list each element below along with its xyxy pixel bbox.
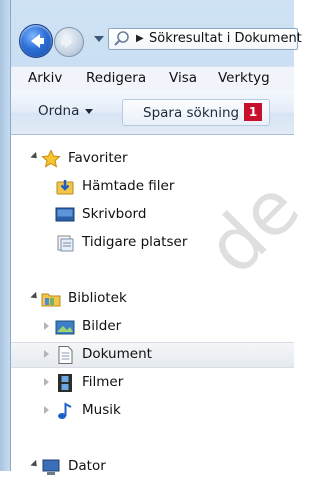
libraries-folder-icon <box>41 293 61 307</box>
expand-arrow-icon[interactable] <box>44 378 49 386</box>
tree-item-videos[interactable]: Filmer <box>11 371 294 395</box>
breadcrumb-separator-icon: ▶ <box>136 33 144 44</box>
tree-label: Hämtade filer <box>82 178 175 194</box>
window-left-edge <box>0 0 11 471</box>
tree-item-music[interactable]: Musik <box>11 399 294 423</box>
forward-arrow-icon <box>61 36 73 48</box>
expand-arrow-icon[interactable] <box>30 459 40 470</box>
tree-label: Filmer <box>82 374 124 390</box>
menu-tools[interactable]: Verktyg <box>218 70 270 86</box>
tree-label: Tidigare platser <box>82 234 188 250</box>
star-icon <box>41 149 61 168</box>
tree-item-desktop[interactable]: Skrivbord <box>11 203 294 227</box>
tree-label: Bilder <box>82 318 122 334</box>
tree-item-recent-places[interactable]: Tidigare platser <box>11 231 294 255</box>
tree-label: Favoriter <box>68 150 128 166</box>
pictures-icon <box>55 320 75 335</box>
recent-places-icon <box>57 235 74 252</box>
tree-label: Dokument <box>82 346 152 362</box>
organize-label: Ordna <box>38 103 80 119</box>
chevron-down-icon <box>85 108 94 114</box>
menu-edit[interactable]: Redigera <box>86 70 146 86</box>
address-bar[interactable]: ▶ Sökresultat i Dokument <box>108 28 302 50</box>
tree-item-computer[interactable]: Dator <box>11 455 294 479</box>
search-icon <box>114 31 129 46</box>
tree-label: Skrivbord <box>82 206 147 222</box>
address-path: Sökresultat i Dokument <box>149 31 302 46</box>
back-button[interactable] <box>19 24 53 58</box>
tree-label: Bibliotek <box>68 290 127 306</box>
music-note-icon <box>58 402 72 419</box>
expand-arrow-icon[interactable] <box>44 406 49 414</box>
menu-file[interactable]: Arkiv <box>28 70 62 86</box>
tree-label: Dator <box>68 458 106 474</box>
film-icon <box>58 374 72 392</box>
tree-label: Musik <box>82 402 121 418</box>
callout-badge: 1 <box>244 103 262 121</box>
save-search-label: Spara sökning <box>143 105 240 121</box>
desktop-icon <box>55 207 75 222</box>
computer-icon <box>42 459 60 475</box>
downloads-folder-icon <box>56 180 74 195</box>
tree-item-libraries[interactable]: Bibliotek <box>11 287 294 311</box>
navigation-pane: Favoriter Hämtade filer Skrivbord Tidiga… <box>11 135 294 475</box>
tree-item-documents[interactable]: Dokument <box>11 342 294 368</box>
recent-pages-dropdown[interactable] <box>94 36 104 42</box>
expand-arrow-icon[interactable] <box>44 350 49 358</box>
forward-button[interactable] <box>54 27 84 57</box>
organize-button[interactable]: Ordna <box>38 103 94 119</box>
documents-icon <box>58 346 73 364</box>
tree-item-pictures[interactable]: Bilder <box>11 315 294 339</box>
menu-bar: Arkiv Redigera Visa Verktyg <box>11 66 294 92</box>
back-arrow-icon <box>31 34 44 48</box>
menu-view[interactable]: Visa <box>169 70 197 86</box>
tree-item-favorites[interactable]: Favoriter <box>11 147 294 171</box>
expand-arrow-icon[interactable] <box>30 291 40 302</box>
tree-item-downloads[interactable]: Hämtade filer <box>11 175 294 199</box>
expand-arrow-icon[interactable] <box>44 322 49 330</box>
expand-arrow-icon[interactable] <box>30 151 40 162</box>
